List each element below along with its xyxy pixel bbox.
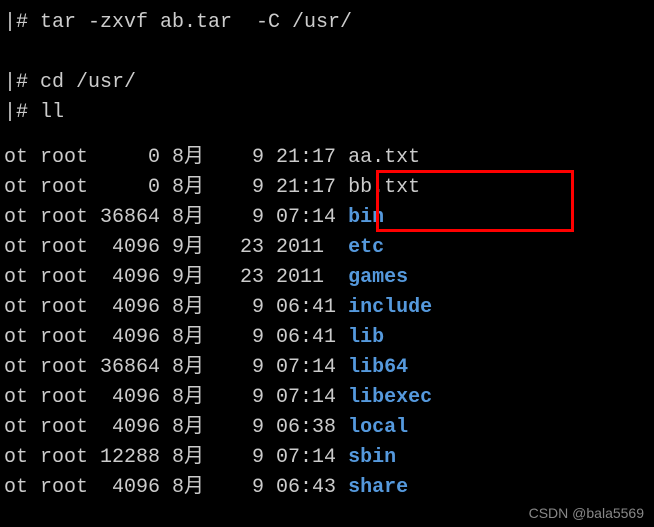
command-tar: |# tar -zxvf ab.tar -C /usr/ bbox=[0, 8, 654, 38]
file-name: include bbox=[348, 296, 432, 319]
listing-row: ot root 0 8月 9 21:17 aa.txt bbox=[0, 143, 654, 173]
file-name: bb.txt bbox=[348, 176, 420, 199]
listing-row: ot root 0 8月 9 21:17 bb.txt bbox=[0, 173, 654, 203]
file-name: bin bbox=[348, 206, 384, 229]
listing-row: ot root 4096 9月 23 2011 games bbox=[0, 263, 654, 293]
file-name: share bbox=[348, 476, 408, 499]
watermark: CSDN @bala5569 bbox=[529, 505, 644, 521]
command-cd: |# cd /usr/ bbox=[0, 68, 654, 98]
file-name: sbin bbox=[348, 446, 396, 469]
listing-row: ot root 4096 9月 23 2011 etc bbox=[0, 233, 654, 263]
listing-row: ot root 4096 8月 9 07:14 libexec bbox=[0, 383, 654, 413]
file-name: etc bbox=[348, 236, 384, 259]
file-name: local bbox=[348, 416, 408, 439]
listing-row: ot root 12288 8月 9 07:14 sbin bbox=[0, 443, 654, 473]
file-name: aa.txt bbox=[348, 146, 420, 169]
file-name: lib64 bbox=[348, 356, 408, 379]
listing-row: ot root 4096 8月 9 06:41 include bbox=[0, 293, 654, 323]
listing-row: ot root 36864 8月 9 07:14 bin bbox=[0, 203, 654, 233]
file-name: games bbox=[348, 266, 408, 289]
file-name: lib bbox=[348, 326, 384, 349]
file-listing: ot root 0 8月 9 21:17 aa.txtot root 0 8月 … bbox=[0, 143, 654, 503]
listing-row: ot root 4096 8月 9 06:41 lib bbox=[0, 323, 654, 353]
listing-row: ot root 36864 8月 9 07:14 lib64 bbox=[0, 353, 654, 383]
command-ll: |# ll bbox=[0, 98, 654, 128]
file-name: libexec bbox=[348, 386, 432, 409]
listing-row: ot root 4096 8月 9 06:43 share bbox=[0, 473, 654, 503]
listing-row: ot root 4096 8月 9 06:38 local bbox=[0, 413, 654, 443]
